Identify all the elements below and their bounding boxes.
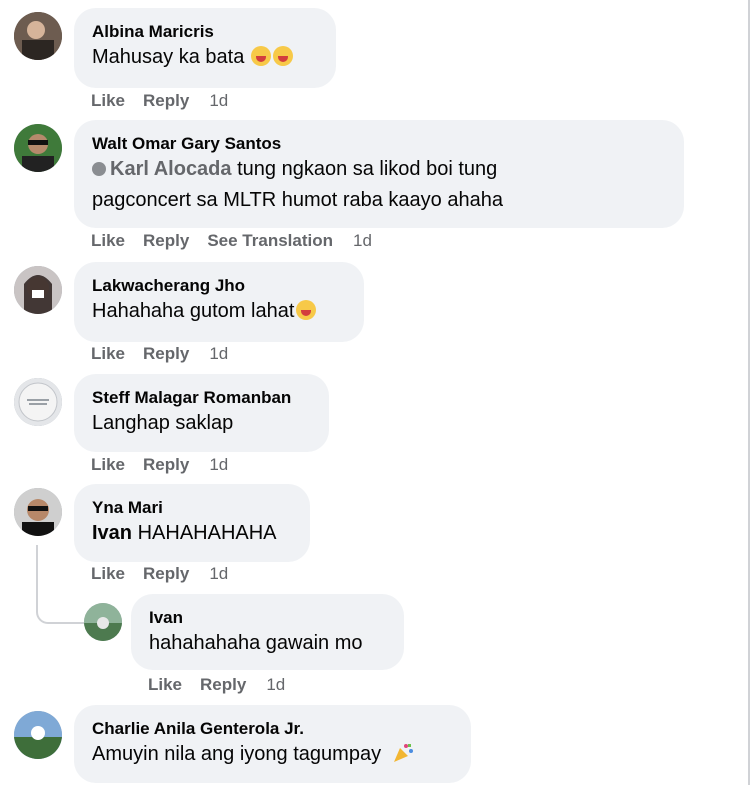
- comment-text: Amuyin nila ang iyong tagumpay: [92, 743, 382, 765]
- avatar[interactable]: [14, 711, 62, 759]
- avatar[interactable]: [14, 12, 62, 60]
- comment-author[interactable]: Walt Omar Gary Santos: [92, 134, 666, 154]
- comment-text-line: tung ngkaon sa likod boi tung: [231, 158, 498, 180]
- timestamp[interactable]: 1d: [353, 231, 372, 250]
- comment-text: Hahahaha gutom lahat: [92, 300, 295, 322]
- comment-actions: Like Reply 1d: [91, 344, 246, 364]
- verified-badge-icon: [92, 162, 106, 176]
- comment-actions: Like Reply See Translation 1d: [91, 231, 390, 251]
- like-button[interactable]: Like: [91, 344, 125, 363]
- comment-text: Mahusay ka bata: [92, 46, 245, 68]
- comment-text: Langhap saklap: [92, 412, 234, 434]
- laughing-emoji-icon: [250, 46, 271, 66]
- like-button[interactable]: Like: [91, 91, 125, 110]
- reply-button[interactable]: Reply: [143, 455, 189, 474]
- comment-bubble: Yna Mari Ivan HAHAHAHAHA: [74, 484, 310, 562]
- comment-text-line: HAHAHAHAHA: [132, 522, 277, 544]
- comment-actions: Like Reply 1d: [91, 564, 246, 584]
- comment-bubble: Albina Maricris Mahusay ka bata: [74, 8, 336, 88]
- avatar[interactable]: [14, 266, 62, 314]
- like-button[interactable]: Like: [91, 231, 125, 250]
- mention-link[interactable]: Karl Alocada: [110, 158, 232, 180]
- comment-author[interactable]: Ivan: [149, 608, 386, 628]
- laughing-emoji-icon: [272, 46, 293, 66]
- timestamp[interactable]: 1d: [209, 455, 228, 474]
- reply-button[interactable]: Reply: [143, 231, 189, 250]
- avatar[interactable]: [14, 378, 62, 426]
- like-button[interactable]: Like: [91, 564, 125, 583]
- timestamp[interactable]: 1d: [266, 675, 285, 694]
- comment-actions: Like Reply 1d: [91, 455, 246, 475]
- laughing-emoji-icon: [296, 300, 317, 320]
- reply-button[interactable]: Reply: [143, 564, 189, 583]
- like-button[interactable]: Like: [148, 675, 182, 694]
- timestamp[interactable]: 1d: [209, 564, 228, 583]
- comment-bubble: Walt Omar Gary Santos Karl Alocada tung …: [74, 120, 684, 228]
- reply-thread-line: [36, 545, 84, 624]
- comment-author[interactable]: Lakwacherang Jho: [92, 276, 346, 296]
- comment-actions: Like Reply 1d: [91, 91, 246, 111]
- comment-text: hahahahaha gawain mo: [149, 632, 363, 654]
- comment-actions: Like Reply 1d: [148, 675, 303, 695]
- like-button[interactable]: Like: [91, 455, 125, 474]
- avatar[interactable]: [14, 488, 62, 536]
- comment-author[interactable]: Charlie Anila Genterola Jr.: [92, 719, 453, 739]
- comment-author[interactable]: Steff Malagar Romanban: [92, 388, 311, 408]
- timestamp[interactable]: 1d: [209, 91, 228, 110]
- avatar[interactable]: [84, 603, 122, 641]
- comment-text: Karl Alocada tung ngkaon sa likod boi tu…: [92, 154, 666, 216]
- timestamp[interactable]: 1d: [209, 344, 228, 363]
- comment-bubble: Charlie Anila Genterola Jr. Amuyin nila …: [74, 705, 471, 783]
- avatar[interactable]: [14, 124, 62, 172]
- see-translation-button[interactable]: See Translation: [207, 231, 333, 250]
- comment-text-line: pagconcert sa MLTR humot raba kaayo ahah…: [92, 189, 503, 211]
- comment-bubble: Lakwacherang Jho Hahahaha gutom lahat: [74, 262, 364, 342]
- reply-button[interactable]: Reply: [143, 91, 189, 110]
- reply-button[interactable]: Reply: [143, 344, 189, 363]
- comment-author[interactable]: Albina Maricris: [92, 22, 318, 42]
- comment-bubble: Steff Malagar Romanban Langhap saklap: [74, 374, 329, 452]
- comment-text: Ivan HAHAHAHAHA: [92, 518, 292, 549]
- mention-link[interactable]: Ivan: [92, 522, 132, 544]
- party-popper-icon: [393, 744, 413, 762]
- comment-bubble: Ivan hahahahaha gawain mo: [131, 594, 404, 670]
- reply-button[interactable]: Reply: [200, 675, 246, 694]
- comment-author[interactable]: Yna Mari: [92, 498, 292, 518]
